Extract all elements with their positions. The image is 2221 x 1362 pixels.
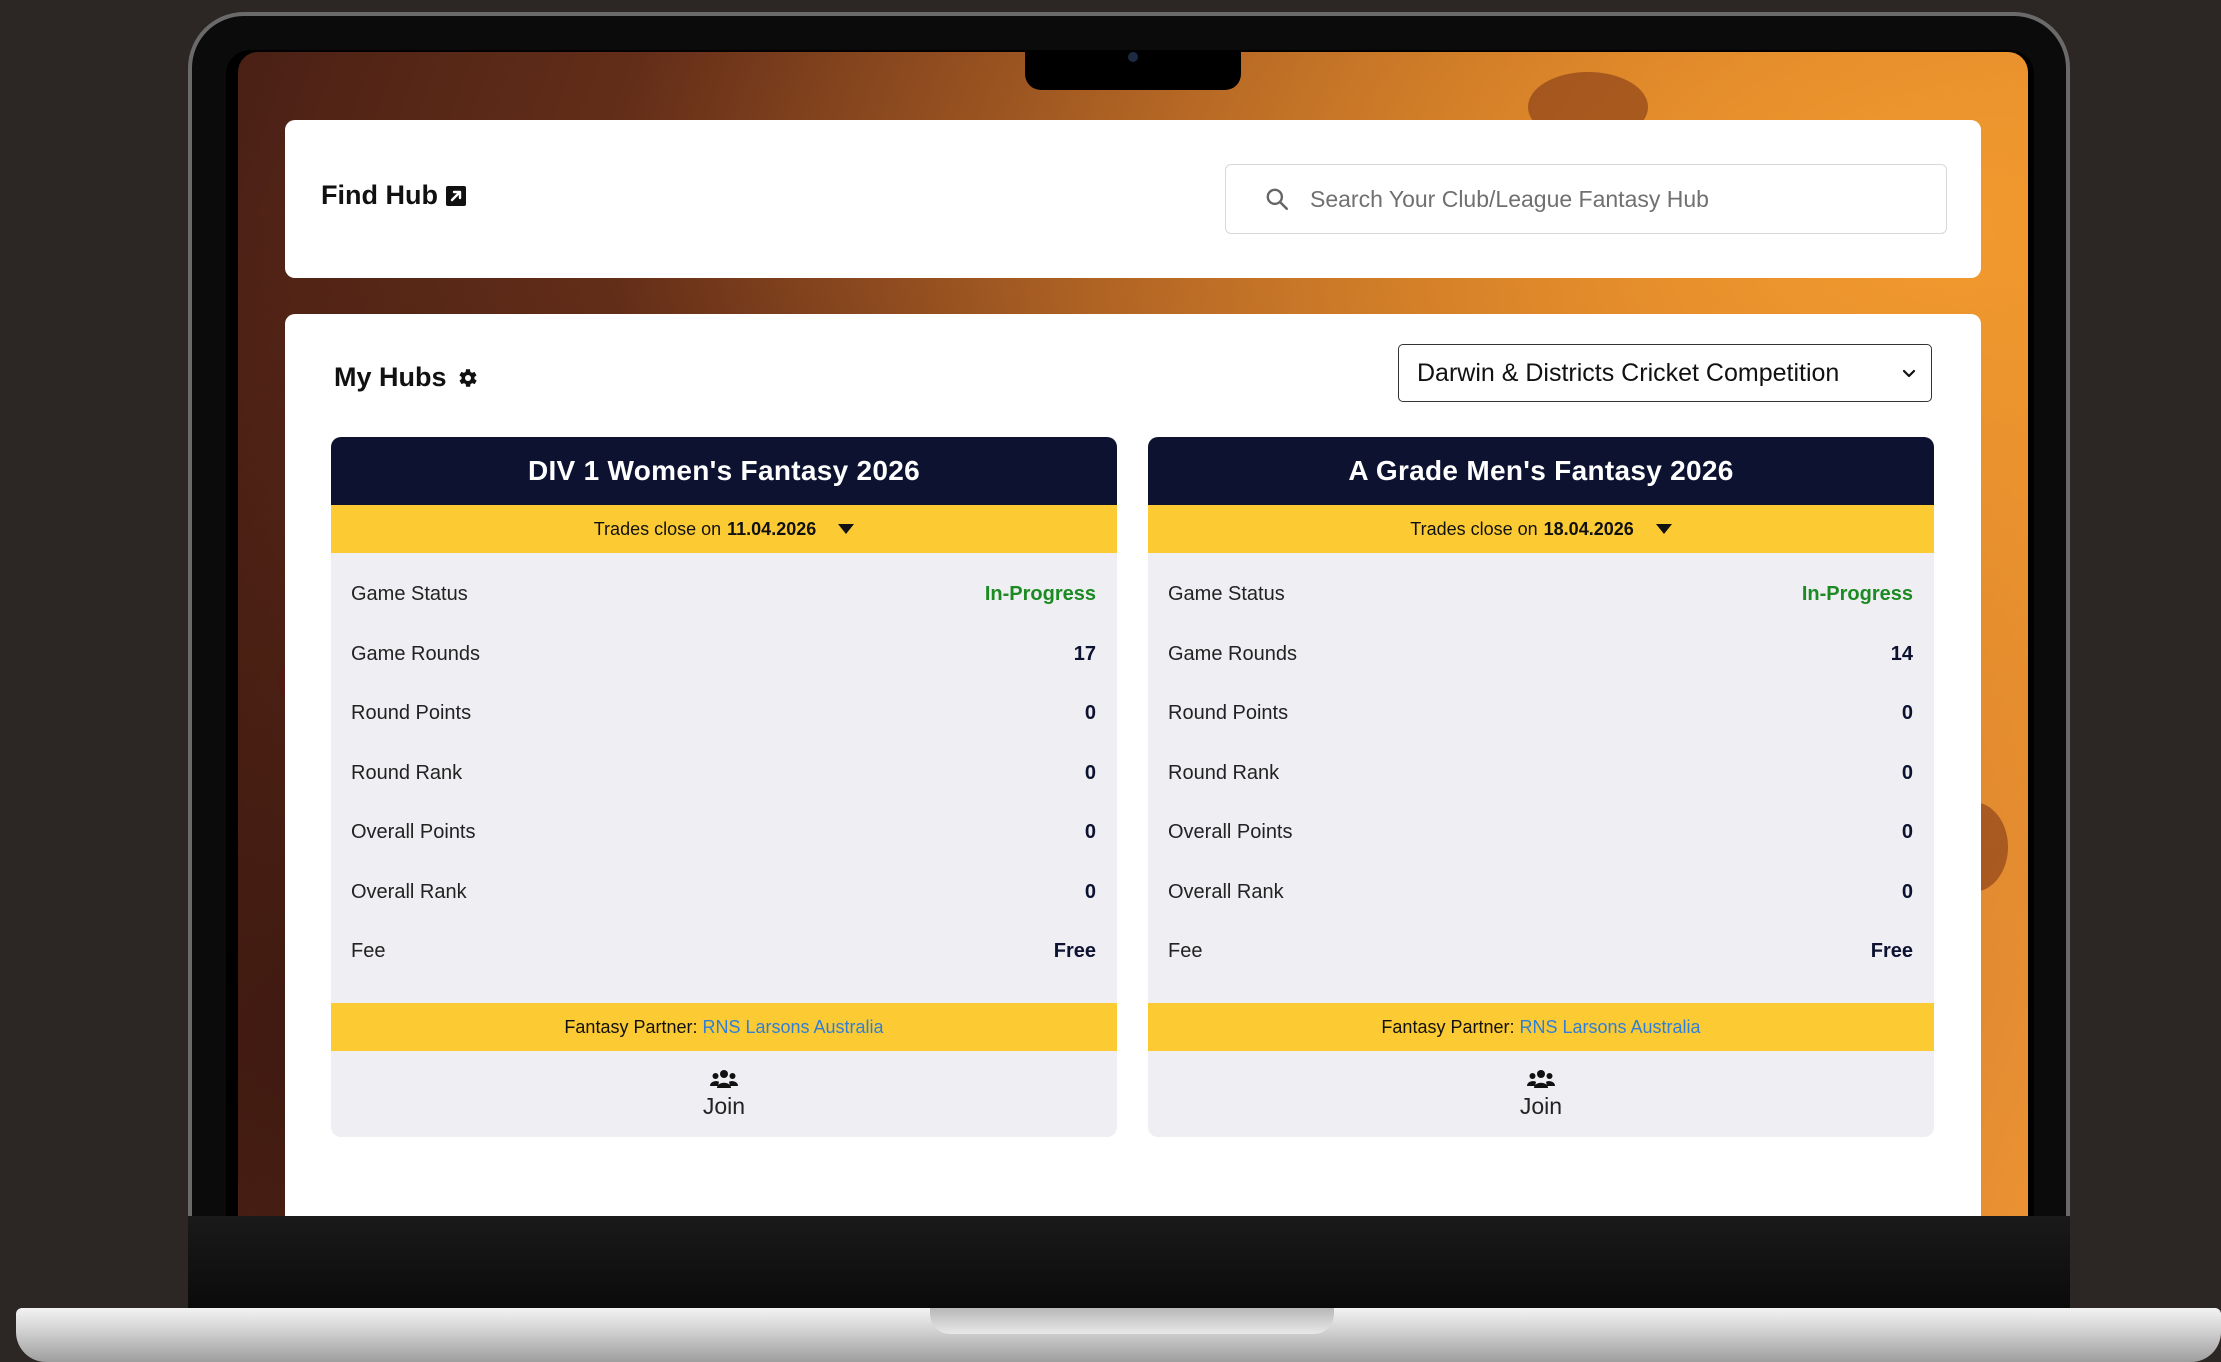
- stat-value: 0: [1901, 761, 1913, 784]
- stat-value: 0: [1084, 761, 1096, 784]
- stat-row-round-points: Round Points 0: [351, 684, 1096, 744]
- stat-label: Game Rounds: [351, 642, 480, 665]
- stat-label: Overall Rank: [351, 880, 467, 903]
- stat-value: In-Progress: [1801, 583, 1913, 606]
- stat-label: Round Rank: [1168, 761, 1280, 784]
- stat-row-round-rank: Round Rank 0: [1168, 744, 1913, 804]
- stat-row-overall-points: Overall Points 0: [351, 803, 1096, 863]
- stat-value: Free: [1053, 940, 1096, 963]
- hub-card-title: A Grade Men's Fantasy 2026: [1148, 437, 1934, 505]
- laptop-bottom-bezel: [188, 1216, 2070, 1312]
- find-hub-card: Find Hub: [285, 120, 1981, 278]
- camera-icon: [1128, 52, 1138, 62]
- hub-card-title: DIV 1 Women's Fantasy 2026: [331, 437, 1117, 505]
- hub-card-div1-womens: DIV 1 Women's Fantasy 2026 Trades close …: [331, 437, 1117, 1137]
- stat-label: Round Rank: [351, 761, 463, 784]
- trades-close-bar[interactable]: Trades close on 18.04.2026: [1148, 505, 1934, 553]
- stat-row-overall-rank: Overall Rank 0: [1168, 863, 1913, 923]
- users-icon: [1527, 1069, 1555, 1088]
- stat-value: 0: [1901, 821, 1913, 844]
- trades-close-date: 11.04.2026: [727, 518, 817, 539]
- stat-row-round-points: Round Points 0: [1168, 684, 1913, 744]
- stat-value: 0: [1084, 702, 1096, 725]
- stat-value: 14: [1890, 642, 1913, 665]
- chevron-down-icon: [1902, 369, 1916, 378]
- stat-label: Overall Rank: [1168, 880, 1284, 903]
- competition-select-value: Darwin & Districts Cricket Competition: [1417, 358, 1840, 387]
- trades-close-date: 18.04.2026: [1543, 518, 1634, 539]
- stat-value: 0: [1901, 702, 1913, 725]
- stat-row-overall-points: Overall Points 0: [1168, 803, 1913, 863]
- caret-down-icon: [1655, 524, 1672, 534]
- join-button[interactable]: Join: [1148, 1051, 1934, 1137]
- stat-label: Round Points: [351, 702, 472, 725]
- trades-close-label: Trades close on: [1410, 518, 1538, 539]
- stat-row-fee: Fee Free: [1168, 922, 1913, 982]
- stat-label: Game Rounds: [1168, 642, 1297, 665]
- external-link-icon: [445, 185, 466, 206]
- hub-card-a-grade-mens: A Grade Men's Fantasy 2026 Trades close …: [1148, 437, 1934, 1137]
- stat-label: Fee: [351, 940, 386, 963]
- users-icon: [710, 1069, 738, 1088]
- hub-stats: Game Status In-Progress Game Rounds 17 Rou…: [331, 553, 1117, 982]
- stat-row-game-status: Game Status In-Progress: [1168, 565, 1913, 625]
- stat-value: 17: [1073, 642, 1096, 665]
- stat-value: In-Progress: [984, 583, 1096, 606]
- partner-label: Fantasy Partner:: [564, 1016, 698, 1037]
- fantasy-partner-bar: Fantasy Partner: RNS Larsons Australia: [1148, 1003, 1934, 1051]
- stat-row-overall-rank: Overall Rank 0: [351, 863, 1096, 923]
- stat-label: Overall Points: [351, 821, 476, 844]
- partner-link[interactable]: RNS Larsons Australia: [1519, 1017, 1700, 1038]
- hub-search-input[interactable]: [1310, 185, 1910, 213]
- stat-row-game-status: Game Status In-Progress: [351, 565, 1096, 625]
- join-button[interactable]: Join: [331, 1051, 1117, 1137]
- stat-row-round-rank: Round Rank 0: [351, 744, 1096, 804]
- stat-value: 0: [1084, 880, 1096, 903]
- laptop-hinge-notch: [930, 1308, 1334, 1334]
- stat-row-fee: Fee Free: [351, 922, 1096, 982]
- stat-value: Free: [1870, 940, 1913, 963]
- gear-icon[interactable]: [455, 366, 479, 390]
- hub-search-box[interactable]: [1225, 164, 1947, 234]
- caret-down-icon: [838, 524, 855, 534]
- find-hub-title[interactable]: Find Hub: [321, 180, 468, 211]
- my-hubs-card: My Hubs Darwin & Districts Cricket Compe…: [285, 314, 1981, 1234]
- trades-close-bar[interactable]: Trades close on 11.04.2026: [331, 505, 1117, 553]
- stat-label: Game Status: [1168, 583, 1285, 606]
- my-hubs-header: My Hubs: [334, 362, 479, 393]
- stat-value: 0: [1901, 880, 1913, 903]
- hub-stats: Game Status In-Progress Game Rounds 14 Rou…: [1148, 553, 1934, 982]
- trades-close-label: Trades close on: [593, 518, 722, 539]
- stat-label: Round Points: [1168, 702, 1289, 725]
- search-icon: [1266, 188, 1289, 211]
- partner-link[interactable]: RNS Larsons Australia: [702, 1017, 883, 1038]
- find-hub-label: Find Hub: [321, 180, 438, 210]
- partner-label: Fantasy Partner:: [1381, 1016, 1515, 1037]
- fantasy-partner-bar: Fantasy Partner: RNS Larsons Australia: [331, 1003, 1117, 1051]
- my-hubs-title: My Hubs: [334, 362, 447, 392]
- stat-row-game-rounds: Game Rounds 14: [1168, 625, 1913, 685]
- stat-label: Overall Points: [1168, 821, 1293, 844]
- join-label: Join: [702, 1092, 746, 1119]
- stat-value: 0: [1084, 821, 1096, 844]
- stat-row-game-rounds: Game Rounds 17: [351, 625, 1096, 685]
- stat-label: Game Status: [351, 583, 468, 606]
- join-label: Join: [1519, 1092, 1563, 1119]
- competition-select[interactable]: Darwin & Districts Cricket Competition: [1398, 344, 1932, 402]
- stat-label: Fee: [1168, 940, 1203, 963]
